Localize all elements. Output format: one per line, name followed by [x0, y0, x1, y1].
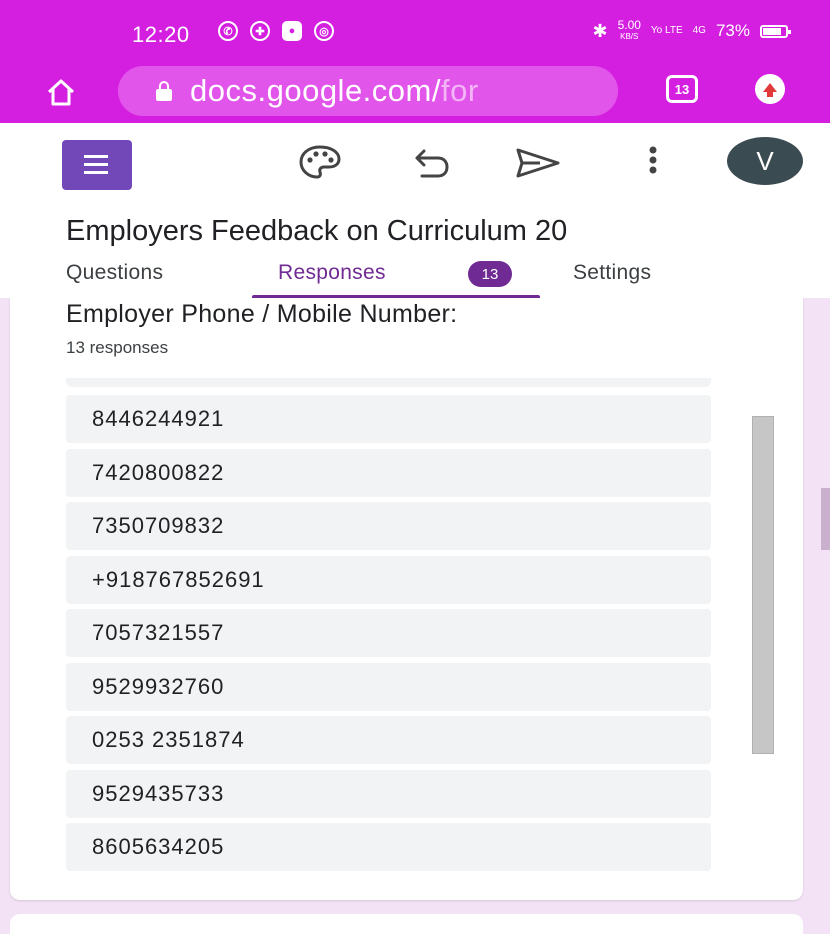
- app-icon: ●: [282, 21, 302, 41]
- list-item: 8446244921: [66, 395, 711, 443]
- list-item: 7057321557: [66, 609, 711, 657]
- browser-toolbar: docs.google.com/for 13: [0, 60, 830, 123]
- list-item: +918767852691: [66, 555, 711, 604]
- lock-icon[interactable]: [156, 81, 172, 101]
- next-question-card: [10, 914, 803, 934]
- list-item: 7420800822: [66, 448, 711, 497]
- list-item: 7350709832: [66, 502, 711, 550]
- app-icon: ✚: [250, 21, 270, 41]
- tabs-icon: 13: [674, 81, 690, 97]
- network-speed: 5.00 KB/S: [617, 18, 641, 42]
- list-item: 8605634205: [66, 823, 711, 871]
- status-bar: 12:20 ✆ ✚ ● ◎ ✱ 5.00 KB/S Yo LTE 4G 73%: [0, 0, 830, 60]
- more-vert-icon[interactable]: [648, 145, 658, 179]
- update-icon[interactable]: [755, 74, 785, 104]
- url-domain: docs.google.com/: [190, 73, 441, 108]
- undo-icon[interactable]: [412, 145, 452, 181]
- forms-logo-icon[interactable]: [62, 140, 132, 190]
- question-summary-card: Employer Phone / Mobile Number: 13 respo…: [10, 298, 803, 900]
- battery-icon: [760, 24, 791, 38]
- response-count: 13 responses: [66, 338, 169, 357]
- whatsapp-icon: ✆: [218, 21, 238, 41]
- list-scrollbar[interactable]: [752, 416, 774, 754]
- speed-unit: KB/S: [620, 32, 639, 41]
- system-status: ✱ 5.00 KB/S Yo LTE 4G 73%: [592, 18, 791, 42]
- tab-questions[interactable]: Questions: [66, 261, 163, 285]
- battery-percent: 73%: [715, 21, 750, 40]
- status-time: 12:20: [132, 22, 190, 47]
- list-item: 9529435733: [66, 769, 711, 818]
- form-tabs: Questions Responses 13 Settings: [0, 261, 830, 298]
- form-header: Employers Feedback on Curriculum 20 Ques…: [0, 203, 830, 298]
- responses-count-badge: 13: [468, 261, 512, 287]
- palette-icon[interactable]: [297, 143, 343, 181]
- list-item: 9529932760: [66, 662, 711, 711]
- url-text[interactable]: docs.google.com/for: [190, 73, 479, 109]
- forms-toolbar: V: [0, 123, 830, 203]
- notification-icons: ✆ ✚ ● ◎: [218, 21, 334, 41]
- tab-settings[interactable]: Settings: [573, 261, 651, 285]
- response-list[interactable]: 8446244921 7420800822 7350709832 +918767…: [66, 395, 711, 877]
- list-item: 0253 2351874: [66, 716, 711, 764]
- volte-badge: Yo LTE: [650, 25, 683, 36]
- page-scrollbar[interactable]: [821, 488, 830, 550]
- question-title: Employer Phone / Mobile Number:: [66, 300, 458, 328]
- list-item-partial: [66, 378, 711, 387]
- send-icon[interactable]: [514, 146, 562, 180]
- network-type: 4G: [692, 25, 706, 36]
- page-title: Employers Feedback on Curriculum 20: [66, 215, 568, 247]
- url-path: for: [440, 73, 479, 108]
- bluetooth-icon: ✱: [592, 20, 608, 41]
- speed-value: 5.00: [617, 18, 641, 32]
- tab-responses[interactable]: Responses: [278, 261, 386, 285]
- tabs-button[interactable]: 13: [666, 75, 698, 103]
- avatar[interactable]: V: [727, 137, 803, 185]
- home-icon[interactable]: [46, 78, 76, 106]
- address-bar[interactable]: docs.google.com/for: [118, 66, 618, 116]
- chrome-icon: ◎: [314, 21, 334, 41]
